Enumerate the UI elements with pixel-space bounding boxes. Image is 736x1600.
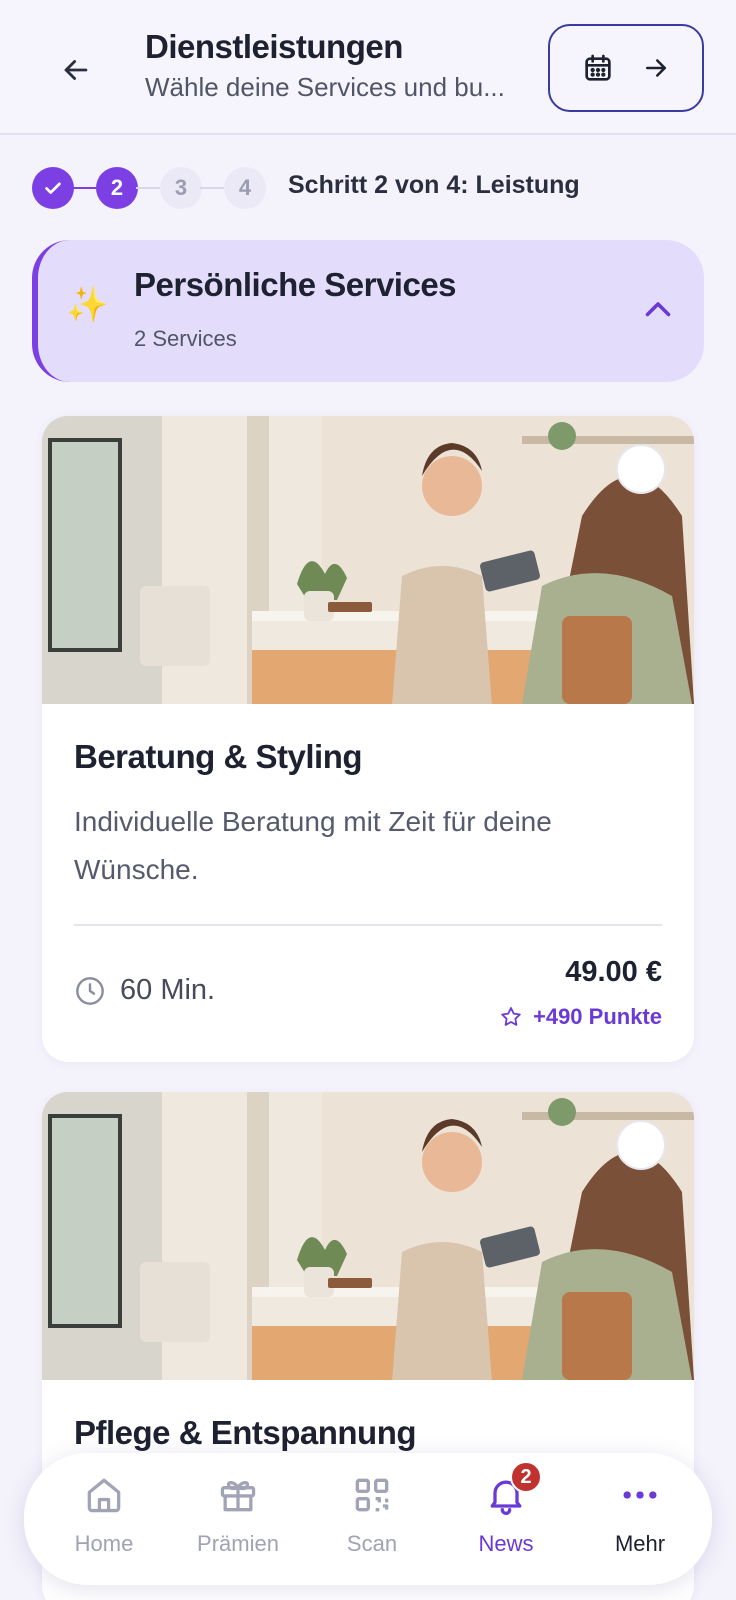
service-card[interactable]: Beratung & Styling Individuelle Beratung… [42, 416, 694, 1062]
service-description: Individuelle Beratung mit Zeit für deine… [74, 806, 552, 885]
home-icon [87, 1478, 121, 1513]
step-2-active: 2 [96, 167, 138, 209]
category-header[interactable]: ✨ Persönliche Services 2 Services [32, 240, 704, 382]
select-service-radio[interactable] [616, 1120, 666, 1170]
gift-icon [220, 1480, 256, 1512]
service-duration: 60 Min. [74, 974, 215, 1007]
select-service-radio[interactable] [616, 444, 666, 494]
service-image [42, 1092, 694, 1380]
arrow-right-icon [645, 59, 666, 77]
step-1-done [32, 167, 74, 209]
nav-news[interactable]: 2 News [446, 1461, 566, 1569]
reception-photo [42, 1092, 694, 1380]
sparkles-icon: ✨ [66, 286, 109, 324]
points-label: +490 Punkte [532, 1004, 662, 1029]
service-price: 49.00 € [565, 956, 662, 988]
nav-news-icon-wrap: 2 [484, 1461, 542, 1517]
calendar-icon [584, 54, 611, 81]
bottom-navigation: Home Prämien Scan 2 News Mehr [24, 1453, 712, 1585]
reception-photo [42, 416, 694, 704]
nav-news-label: News [478, 1531, 534, 1556]
step-4: 4 [224, 167, 266, 209]
more-dots-icon [623, 1491, 657, 1499]
service-points: +490 Punkte [499, 1004, 662, 1030]
calendar-next-button[interactable] [548, 24, 704, 112]
chevron-up-icon[interactable] [640, 292, 676, 328]
nav-rewards-label: Prämien [197, 1531, 279, 1556]
qr-code-icon [355, 1478, 389, 1512]
page-subtitle: Wähle deine Services und bu... [145, 72, 505, 102]
nav-more[interactable]: Mehr [580, 1473, 700, 1569]
nav-home[interactable]: Home [44, 1473, 164, 1569]
nav-scan-label: Scan [346, 1531, 398, 1556]
service-title: Beratung & Styling [74, 738, 363, 775]
step-label: Schritt 2 von 4: Leistung [288, 171, 580, 199]
checkmark-icon [45, 182, 61, 194]
category-count: 2 Services [134, 326, 237, 351]
notification-badge: 2 [510, 1461, 542, 1493]
back-button[interactable] [50, 44, 102, 96]
category-title: Persönliche Services [134, 266, 457, 303]
arrow-left-icon [64, 60, 88, 80]
nav-rewards[interactable]: Prämien [178, 1473, 298, 1569]
nav-home-label: Home [74, 1531, 134, 1556]
nav-more-label: Mehr [614, 1531, 666, 1556]
step-3: 3 [160, 167, 202, 209]
service-title: Pflege & Entspannung [74, 1414, 417, 1451]
nav-scan[interactable]: Scan [312, 1473, 432, 1569]
duration-label: 60 Min. [120, 974, 216, 1006]
page-title: Dienstleistungen [145, 28, 403, 65]
progress-stepper: 2 3 4 Schritt 2 von 4: Leistung [32, 167, 712, 209]
star-icon [501, 1007, 521, 1026]
service-image [42, 416, 694, 704]
app-header: Dienstleistungen Wähle deine Services un… [0, 0, 736, 135]
clock-icon [76, 976, 104, 1005]
